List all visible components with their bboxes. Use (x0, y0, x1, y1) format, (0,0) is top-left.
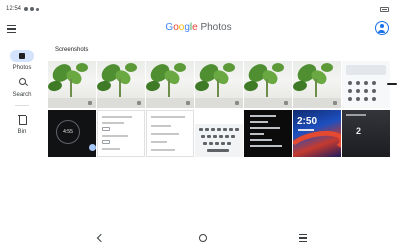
home-icon[interactable] (199, 234, 207, 242)
battery-icon (380, 7, 389, 12)
app-bar: Google Photos (0, 18, 397, 40)
thumbnail-text: 4:55 (63, 129, 73, 135)
bin-icon (10, 114, 34, 126)
rail-item-label: Search (12, 92, 32, 98)
logo-product-name: Photos (200, 22, 232, 33)
rail-divider (15, 105, 29, 106)
photo-thumbnail[interactable] (195, 61, 243, 108)
fast-scroll-handle[interactable] (387, 83, 397, 85)
photo-thumbnail[interactable] (146, 61, 194, 108)
search-icon (10, 77, 34, 89)
photo-thumbnail[interactable]: 4:55 (48, 110, 96, 157)
photo-thumbnail[interactable] (244, 110, 292, 157)
recents-icon[interactable] (299, 234, 307, 242)
system-navigation-bar (0, 232, 397, 246)
back-icon[interactable] (96, 233, 106, 243)
status-time: 12:54 (6, 6, 22, 12)
thumbnail-text: 2 (356, 126, 362, 136)
photo-thumbnail[interactable] (195, 110, 243, 157)
photo-thumbnail[interactable] (97, 61, 145, 108)
shield-icon (30, 7, 35, 11)
photo-thumbnail[interactable] (342, 61, 390, 108)
rail-item-photos[interactable]: Photos (0, 50, 44, 71)
thumbnail-text: 2:50 (297, 116, 318, 127)
rail-item-label: Bin (17, 129, 27, 135)
notification-dot-icon (36, 7, 40, 11)
photo-thumbnail[interactable] (48, 61, 96, 108)
photo-thumbnail[interactable] (146, 110, 194, 157)
rail-item-search[interactable]: Search (0, 77, 44, 98)
rail-item-bin[interactable]: Bin (0, 114, 44, 135)
photo-thumbnail[interactable] (97, 110, 145, 157)
photo-thumbnail[interactable]: 2:50 (293, 110, 341, 157)
photo-thumbnail[interactable]: 2 (342, 110, 390, 157)
photo-thumbnail[interactable] (244, 61, 292, 108)
status-bar: 12:54 (0, 0, 397, 18)
rail-item-label: Photos (12, 65, 32, 71)
photo-thumbnail[interactable] (293, 61, 341, 108)
photos-icon (10, 50, 34, 62)
google-photos-logo: Google Photos (165, 22, 232, 33)
section-title: Screenshots (55, 47, 89, 53)
account-circle-icon[interactable] (375, 21, 389, 35)
settings-gear-icon (24, 7, 29, 11)
